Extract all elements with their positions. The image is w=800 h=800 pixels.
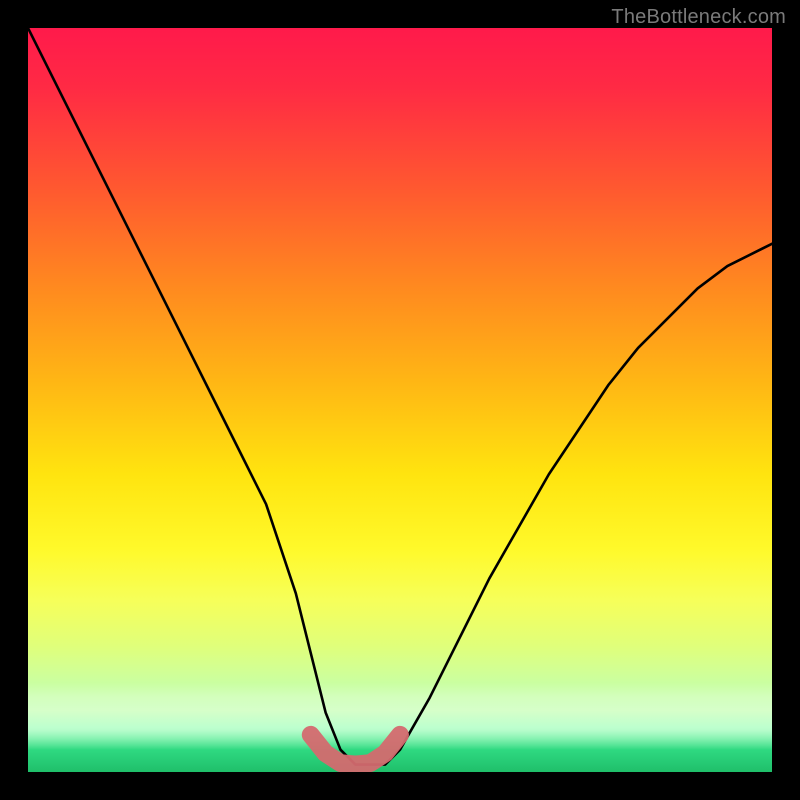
curve-layer [28,28,772,772]
optimal-zone-highlight [311,735,400,765]
plot-area [28,28,772,772]
chart-stage: TheBottleneck.com [0,0,800,800]
bottleneck-curve [28,28,772,765]
watermark-text: TheBottleneck.com [611,6,786,29]
